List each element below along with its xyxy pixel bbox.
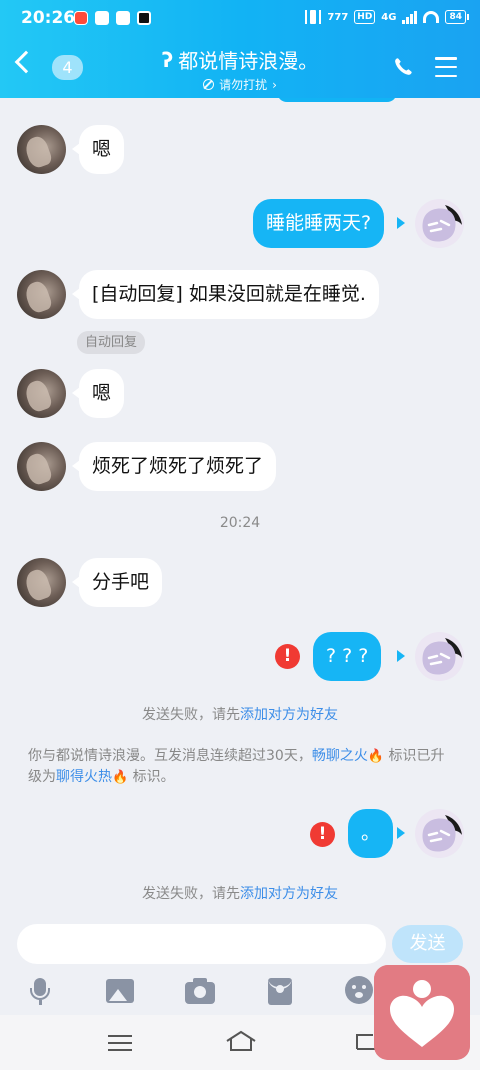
music-app-icon [74, 11, 88, 25]
message-bubble[interactable]: ? ? ? [313, 632, 382, 681]
send-failed-notice: 发送失败，请先添加对方为好友 [0, 883, 480, 903]
message-bubble[interactable]: 分手吧 [79, 558, 163, 607]
mic-icon[interactable] [25, 976, 55, 1006]
chat-status[interactable]: 请勿打扰 › [120, 76, 360, 93]
message-timestamp: 20:24 [219, 515, 261, 531]
bubble-tail [397, 827, 405, 839]
bubble-tail [397, 650, 405, 662]
fire-icon: 🔥 [367, 749, 385, 764]
send-failed-text: 发送失败，请先 [142, 707, 240, 723]
notice-text-1: 你与都说情诗浪漫。互发消息连续超过30天， [28, 748, 312, 764]
unread-count-badge[interactable]: 4 [52, 55, 83, 80]
signal-speed-icon: 777 [327, 11, 349, 23]
contact-avatar[interactable] [17, 270, 66, 319]
status-bar: 20:26 777 HD 4G 84 [0, 0, 480, 36]
auto-reply-tag: 自动回复 [77, 331, 146, 354]
send-failed-icon[interactable]: ! [275, 644, 300, 669]
send-failed-notice: 发送失败，请先添加对方为好友 [0, 704, 480, 724]
send-failed-text: 发送失败，请先 [142, 886, 240, 902]
contact-avatar[interactable] [17, 442, 66, 491]
message-bubble[interactable]: 睡能睡两天? [253, 199, 385, 248]
message-bubble-cut [277, 98, 397, 102]
camera-icon[interactable] [185, 976, 215, 1006]
news-app-icon [95, 11, 109, 25]
status-time: 20:26 [21, 8, 76, 28]
home-icon[interactable] [225, 1030, 257, 1052]
network-label: 4G [381, 11, 397, 23]
contact-avatar[interactable] [17, 558, 66, 607]
add-friend-link[interactable]: 添加对方为好友 [240, 707, 338, 723]
message-bubble[interactable]: 烦死了烦死了烦死了 [79, 442, 277, 491]
chat-status-label: 请勿打扰 [219, 78, 268, 92]
streak-notice: 你与都说情诗浪漫。互发消息连续超过30天，畅聊之火🔥 标识已升级为聊得火热🔥 标… [28, 746, 452, 788]
signal-icon [402, 10, 418, 24]
message-bubble[interactable]: 。 [348, 809, 394, 858]
chat-fire-badge-link[interactable]: 畅聊之火 [312, 748, 368, 764]
my-avatar[interactable] [415, 199, 464, 248]
vibrate-icon [305, 10, 322, 24]
send-button[interactable]: 发送 [392, 925, 463, 963]
message-input[interactable] [17, 924, 386, 964]
wifi-icon [423, 11, 440, 23]
contact-avatar[interactable] [17, 125, 66, 174]
hd-icon: HD [354, 10, 376, 24]
top-bar: 20:26 777 HD 4G 84 4 ʔ 都说情诗浪漫。 请勿打扰 › [0, 0, 480, 98]
hot-chat-badge-link[interactable]: 聊得火热 [56, 769, 112, 785]
chat-title: 都说情诗浪漫。 [178, 49, 319, 73]
chat-title-area[interactable]: ʔ 都说情诗浪漫。 请勿打扰 › [120, 45, 360, 93]
fire-icon: 🔥 [112, 770, 129, 785]
emoji-icon[interactable] [345, 976, 375, 1006]
floating-heart-widget[interactable] [374, 965, 470, 1060]
notification-icons [74, 11, 151, 25]
my-avatar[interactable] [415, 632, 464, 681]
message-bubble[interactable]: 嗯 [79, 369, 125, 418]
add-friend-link[interactable]: 添加对方为好友 [240, 886, 338, 902]
app-notification-icon [137, 11, 151, 25]
back-arrow-icon[interactable] [14, 50, 38, 74]
my-avatar[interactable] [415, 809, 464, 858]
do-not-disturb-icon [203, 79, 215, 90]
bubble-tail [397, 217, 405, 229]
menu-icon[interactable] [435, 57, 457, 77]
message-bubble[interactable]: [自动回复] 如果没回就是在睡觉. [79, 270, 379, 319]
chat-area[interactable]: 嗯 睡能睡两天? [自动回复] 如果没回就是在睡觉. 自动回复 嗯 烦死了烦死了… [0, 98, 480, 920]
message-bubble[interactable]: 嗯 [79, 125, 125, 174]
recent-apps-icon[interactable] [108, 1035, 132, 1051]
notice-text-3: 标识。 [132, 769, 175, 785]
system-icons: 777 HD 4G 84 [305, 10, 469, 24]
chevron-right-icon: › [272, 77, 277, 92]
cloud-icon [116, 11, 130, 25]
contact-avatar[interactable] [17, 369, 66, 418]
phone-icon[interactable] [392, 56, 414, 78]
image-icon[interactable] [105, 976, 135, 1006]
ear-icon: ʔ [161, 47, 174, 72]
battery-icon: 84 [445, 10, 469, 24]
red-packet-icon[interactable] [265, 976, 295, 1006]
send-failed-icon[interactable]: ! [310, 822, 335, 847]
